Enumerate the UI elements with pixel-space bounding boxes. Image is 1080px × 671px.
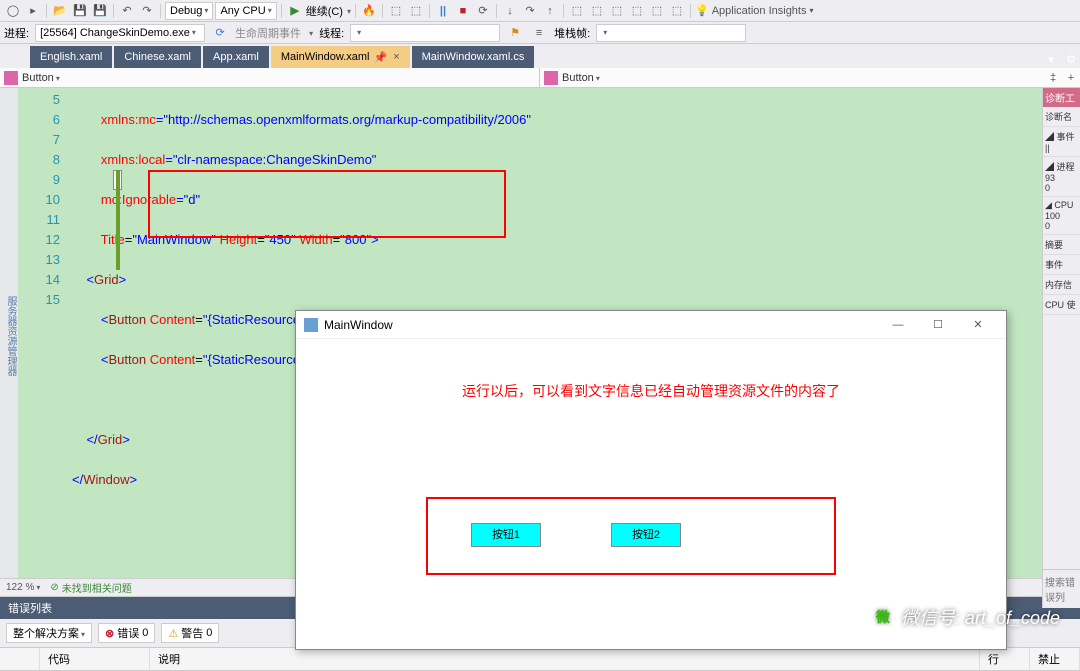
process-combo[interactable]: [25564] ChangeSkinDemo.exe bbox=[35, 24, 205, 42]
step-over-icon[interactable]: ↷ bbox=[521, 2, 539, 20]
process-section[interactable]: ◢ 进程930 bbox=[1043, 157, 1080, 197]
line-numbers: 567 8910 111213 1415 bbox=[18, 88, 68, 578]
wechat-icon: 微 bbox=[871, 605, 895, 629]
pause-icon[interactable]: || bbox=[434, 2, 452, 20]
nav-fwd-icon[interactable]: ▸ bbox=[24, 2, 42, 20]
bulb-icon: 💡 bbox=[695, 4, 709, 17]
tab-english[interactable]: English.xaml bbox=[30, 46, 112, 68]
debug-toolbar: 进程: [25564] ChangeSkinDemo.exe ⟳ 生命周期事件 … bbox=[0, 22, 1080, 44]
lifecycle-icon[interactable]: ⟳ bbox=[211, 24, 229, 42]
diag-title: 诊断工 bbox=[1043, 88, 1080, 107]
app-titlebar[interactable]: MainWindow — ☐ ✕ bbox=[296, 311, 1006, 339]
element-icon bbox=[4, 71, 18, 85]
app-title: MainWindow bbox=[324, 318, 878, 332]
ok-icon: ⊘ bbox=[50, 582, 58, 593]
cpu2-label[interactable]: CPU 使 bbox=[1043, 295, 1080, 315]
breadcrumb-right-combo[interactable]: Button bbox=[562, 72, 600, 84]
col-code[interactable]: 代码 bbox=[40, 648, 150, 670]
stop-icon[interactable]: ■ bbox=[454, 2, 472, 20]
tab-mainwindow-xaml[interactable]: MainWindow.xaml 📌 × bbox=[271, 46, 410, 68]
app-insights-button[interactable]: 💡 Application Insights ▾ bbox=[695, 4, 814, 17]
redo-icon[interactable]: ↷ bbox=[138, 2, 156, 20]
save-icon[interactable]: 💾 bbox=[71, 2, 89, 20]
tab-app[interactable]: App.xaml bbox=[203, 46, 269, 68]
thread-label: 线程: bbox=[319, 25, 344, 41]
col-desc[interactable]: 说明 bbox=[150, 648, 980, 670]
tool-icon-1[interactable]: ⬚ bbox=[387, 2, 405, 20]
tool-icon-2[interactable]: ⬚ bbox=[407, 2, 425, 20]
stackframe-label: 堆栈帧: bbox=[554, 25, 590, 41]
document-tabs: English.xaml Chinese.xaml App.xaml MainW… bbox=[0, 44, 1080, 68]
continue-icon[interactable]: ▶ bbox=[286, 2, 304, 20]
change-indicator bbox=[116, 170, 120, 270]
pin-icon[interactable]: 📌 bbox=[374, 51, 388, 64]
warnings-filter[interactable]: ⚠警告 0 bbox=[161, 623, 219, 643]
nav-back-icon[interactable]: ◯ bbox=[4, 2, 22, 20]
misc-icon-6[interactable]: ⬚ bbox=[668, 2, 686, 20]
hot-reload-icon[interactable]: 🔥 bbox=[360, 2, 378, 20]
annotation-text: 运行以后，可以看到文字信息已经自动管理资源文件的内容了 bbox=[296, 381, 1006, 401]
config-cpu-combo[interactable]: Any CPU bbox=[215, 2, 276, 20]
open-icon[interactable]: 📂 bbox=[51, 2, 69, 20]
cpu-section[interactable]: ◢ CPU1000 bbox=[1043, 197, 1080, 235]
diagnostics-panel: 诊断工 诊断名 ◢ 事件|| ◢ 进程930 ◢ CPU1000 摘要 事件 内… bbox=[1042, 88, 1080, 578]
close-button[interactable]: ✕ bbox=[958, 318, 998, 331]
maximize-button[interactable]: ☐ bbox=[918, 318, 958, 331]
mem-label[interactable]: 内存信 bbox=[1043, 275, 1080, 295]
main-toolbar: ◯ ▸ 📂 💾 💾 ↶ ↷ Debug Any CPU ▶ 继续(C) 🔥 ⬚ … bbox=[0, 0, 1080, 22]
events-section[interactable]: ◢ 事件|| bbox=[1043, 127, 1080, 157]
flag-icon[interactable]: ⚑ bbox=[506, 24, 524, 42]
app-window: MainWindow — ☐ ✕ 运行以后，可以看到文字信息已经自动管理资源文件… bbox=[295, 310, 1007, 650]
split-icon[interactable]: ‡ bbox=[1044, 69, 1062, 87]
close-icon[interactable]: × bbox=[393, 51, 399, 63]
tabs-options-icon[interactable]: ⚙ bbox=[1062, 50, 1080, 68]
step-out-icon[interactable]: ↑ bbox=[541, 2, 559, 20]
restart-icon[interactable]: ⟳ bbox=[474, 2, 492, 20]
thread-icon[interactable]: ≡ bbox=[530, 24, 548, 42]
tab-chinese[interactable]: Chinese.xaml bbox=[114, 46, 201, 68]
tabs-dropdown-icon[interactable]: ▾ bbox=[1042, 50, 1060, 68]
error-scope-combo[interactable]: 整个解决方案 bbox=[6, 623, 92, 643]
search-error-input[interactable]: 搜索错误列 bbox=[1042, 569, 1080, 608]
stackframe-combo[interactable] bbox=[596, 24, 746, 42]
misc-icon-4[interactable]: ⬚ bbox=[628, 2, 646, 20]
config-debug-combo[interactable]: Debug bbox=[165, 2, 213, 20]
watermark: 微 微信号: art_of_code bbox=[871, 604, 1060, 630]
col-line[interactable]: 行 bbox=[980, 648, 1030, 670]
plus-icon[interactable]: + bbox=[1062, 69, 1080, 87]
app-button-1[interactable]: 按钮1 bbox=[471, 523, 541, 547]
step-into-icon[interactable]: ↓ bbox=[501, 2, 519, 20]
save-all-icon[interactable]: 💾 bbox=[91, 2, 109, 20]
tab-mainwindow-cs[interactable]: MainWindow.xaml.cs bbox=[412, 46, 535, 68]
no-issues-label: 未找到相关问题 bbox=[62, 580, 132, 595]
lifecycle-label: 生命周期事件 bbox=[235, 25, 301, 41]
continue-label[interactable]: 继续(C) bbox=[306, 3, 343, 19]
errors-filter[interactable]: ⊗错误 0 bbox=[98, 623, 155, 643]
misc-icon-3[interactable]: ⬚ bbox=[608, 2, 626, 20]
minimize-button[interactable]: — bbox=[878, 319, 918, 331]
summary-label: 摘要 bbox=[1043, 235, 1080, 255]
app-button-2[interactable]: 按钮2 bbox=[611, 523, 681, 547]
breadcrumb: Button Button ‡ + bbox=[0, 68, 1080, 88]
vertical-gutter: 服务器资源管理器 bbox=[0, 88, 18, 578]
breadcrumb-left-combo[interactable]: Button bbox=[22, 72, 60, 84]
misc-icon-1[interactable]: ⬚ bbox=[568, 2, 586, 20]
misc-icon-2[interactable]: ⬚ bbox=[588, 2, 606, 20]
zoom-level[interactable]: 122 % bbox=[6, 582, 40, 593]
col-suppress[interactable]: 禁止 bbox=[1030, 648, 1080, 670]
diag-label: 诊断名 bbox=[1043, 107, 1080, 127]
thread-combo[interactable] bbox=[350, 24, 500, 42]
app-icon bbox=[304, 318, 318, 332]
misc-icon-5[interactable]: ⬚ bbox=[648, 2, 666, 20]
process-label: 进程: bbox=[4, 25, 29, 41]
element-icon bbox=[544, 71, 558, 85]
events-label: 事件 bbox=[1043, 255, 1080, 275]
undo-icon[interactable]: ↶ bbox=[118, 2, 136, 20]
